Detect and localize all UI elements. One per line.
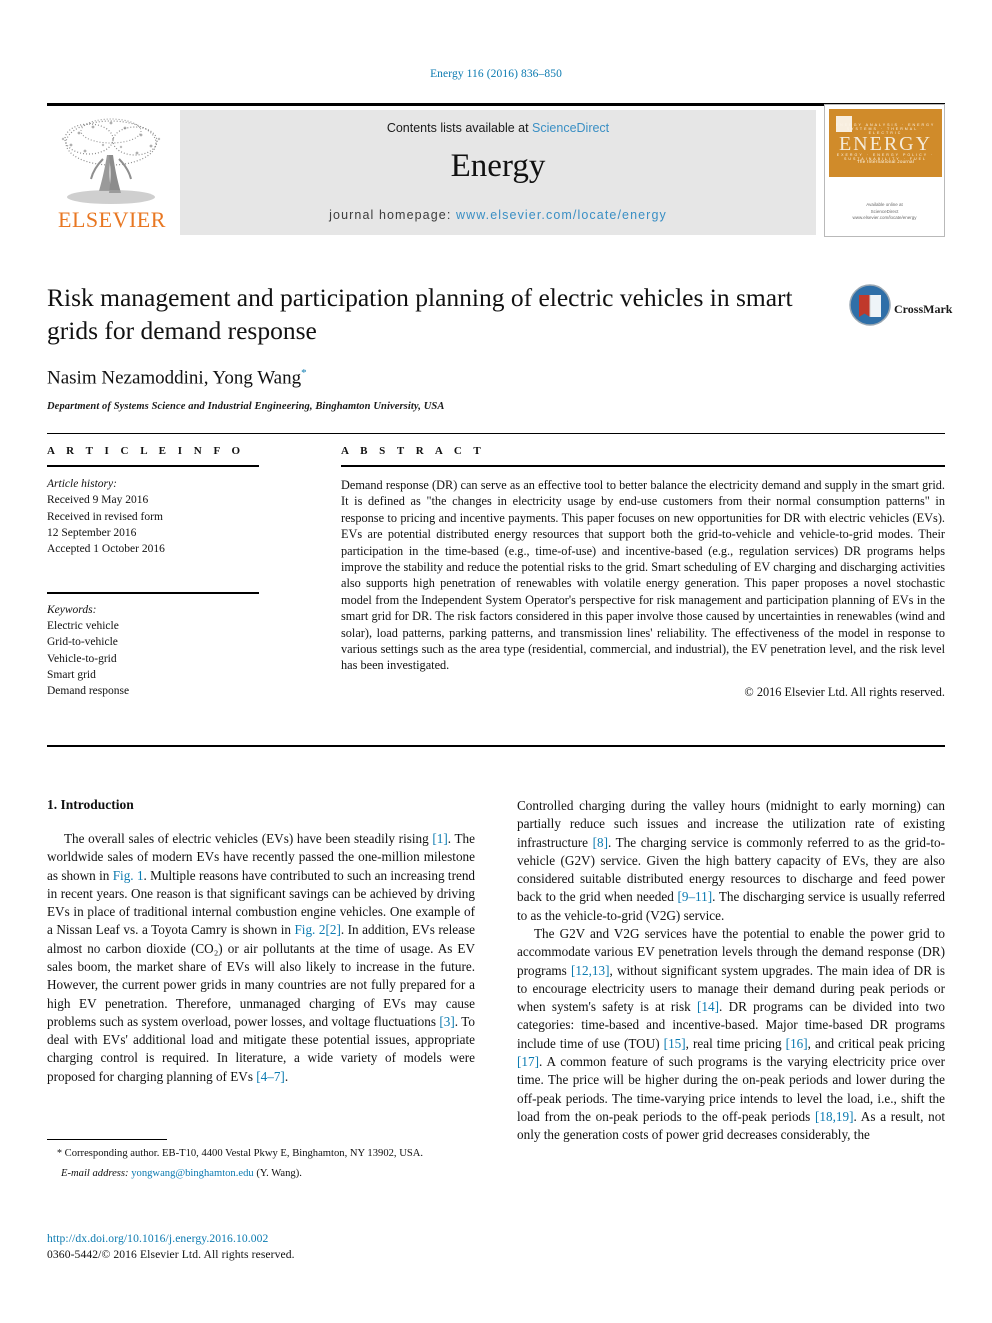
- body-column-right: Controlled charging during the valley ho…: [517, 797, 945, 1144]
- cover-footer-line3: www.elsevier.com/locate/energy: [852, 215, 917, 221]
- homepage-url-link[interactable]: www.elsevier.com/locate/energy: [456, 208, 667, 222]
- text-run: (Y. Wang).: [253, 1168, 302, 1180]
- title-block: Risk management and participation planni…: [47, 282, 952, 412]
- crossmark-icon: [849, 284, 891, 326]
- elsevier-logo: ELSEVIER: [49, 115, 175, 233]
- journal-title: Energy: [450, 148, 546, 184]
- body-column-left: 1. Introduction The overall sales of ele…: [47, 797, 475, 1086]
- figure-ref[interactable]: Fig. 2[2]: [294, 922, 340, 937]
- keyword-item: Demand response: [47, 685, 130, 698]
- citation-ref[interactable]: [12,13]: [571, 963, 609, 978]
- citation-ref[interactable]: [9–11]: [677, 889, 712, 904]
- citation-ref[interactable]: [4–7]: [256, 1069, 285, 1084]
- doi-block: http://dx.doi.org/10.1016/j.energy.2016.…: [47, 1232, 497, 1261]
- cover-header-band: ENERGY ANALYSIS · ENERGY SYSTEMS · THERM…: [829, 109, 942, 177]
- text-run: , real time pricing: [685, 1035, 786, 1051]
- text-run: .: [284, 1068, 289, 1084]
- sciencedirect-link[interactable]: ScienceDirect: [532, 121, 609, 135]
- cover-footer-line2: ScienceDirect: [870, 208, 899, 214]
- contents-line: Contents lists available at ScienceDirec…: [180, 121, 816, 135]
- keyword-item: Electric vehicle: [47, 619, 119, 632]
- history-line: Received 9 May 2016: [47, 494, 149, 507]
- keywords-label: Keywords:: [47, 603, 97, 616]
- article-info-column: A R T I C L E I N F O Article history: R…: [47, 445, 259, 700]
- cover-footer-line1: Available online at: [866, 201, 903, 207]
- corresponding-author-note: * Corresponding author. EB-T10, 4400 Ves…: [47, 1147, 475, 1161]
- footnote-block: * Corresponding author. EB-T10, 4400 Ves…: [47, 1139, 475, 1179]
- crossmark-badge[interactable]: CrossMark: [849, 282, 952, 338]
- keyword-item: Vehicle-to-grid: [47, 652, 117, 665]
- issn-copyright: 0360-5442/© 2016 Elsevier Ltd. All right…: [47, 1248, 295, 1261]
- article-history-label: Article history:: [47, 478, 117, 490]
- abstract-copyright: © 2016 Elsevier Ltd. All rights reserved…: [744, 684, 945, 699]
- keyword-item: Grid-to-vehicle: [47, 636, 118, 649]
- journal-banner: Contents lists available at ScienceDirec…: [180, 110, 816, 235]
- citation-ref[interactable]: [8]: [593, 835, 608, 850]
- doi-link[interactable]: http://dx.doi.org/10.1016/j.energy.2016.…: [47, 1232, 497, 1245]
- info-top-rule: [47, 433, 945, 434]
- article-history: Article history: Received 9 May 2016 Rec…: [47, 476, 259, 558]
- paper-page: Energy 116 (2016) 836–850 ELSEVIER Conte…: [0, 0, 992, 1323]
- footnote-rule: [47, 1139, 167, 1140]
- running-head: Energy 116 (2016) 836–850: [430, 68, 562, 80]
- abstract-heading: A B S T R A C T: [341, 445, 486, 457]
- text-run: Corresponding author. EB-T10, 4400 Vesta…: [62, 1148, 424, 1159]
- journal-cover-thumbnail: ENERGY ANALYSIS · ENERGY SYSTEMS · THERM…: [824, 104, 945, 237]
- citation-ref[interactable]: [3]: [439, 1014, 454, 1029]
- article-info-divider: [47, 465, 259, 467]
- author-names: Nasim Nezamoddini, Yong Wang: [47, 367, 302, 389]
- citation-ref[interactable]: [17]: [517, 1054, 539, 1069]
- article-info-heading: A R T I C L E I N F O: [47, 445, 245, 457]
- text-run: The overall sales of electric vehicles (…: [64, 831, 433, 846]
- history-line: 12 September 2016: [47, 526, 137, 539]
- abstract-divider: [341, 465, 945, 467]
- paragraph: Controlled charging during the valley ho…: [517, 797, 945, 925]
- citation-ref[interactable]: [14]: [697, 999, 719, 1014]
- abstract-column: A B S T R A C T Demand response (DR) can…: [341, 445, 945, 700]
- text-run: . In addition, EVs release almost no car…: [47, 922, 475, 1029]
- contents-prefix: Contents lists available at: [386, 121, 533, 135]
- figure-ref[interactable]: Fig. 1: [113, 868, 144, 883]
- history-line: Received in revised form: [47, 510, 163, 523]
- keywords-list: Keywords: Electric vehicle Grid-to-vehic…: [47, 602, 259, 700]
- page-title: Risk management and participation planni…: [47, 283, 793, 345]
- keyword-item: Smart grid: [47, 668, 96, 681]
- author-list: Nasim Nezamoddini, Yong Wang*: [47, 367, 945, 389]
- crossmark-label: CrossMark: [894, 302, 953, 316]
- corresponding-author-marker: *: [301, 367, 307, 380]
- email-label: E-mail address:: [61, 1168, 129, 1180]
- citation-ref[interactable]: [18,19]: [815, 1109, 853, 1124]
- cover-footer: Available online at ScienceDirect www.el…: [825, 202, 944, 222]
- masthead-top-rule: [47, 103, 945, 106]
- homepage-label: journal homepage:: [329, 208, 456, 222]
- section-title-introduction: 1. Introduction: [47, 797, 134, 812]
- elsevier-wordmark: ELSEVIER: [58, 207, 166, 232]
- text-run: , and critical peak pricing: [807, 1035, 946, 1051]
- email-link[interactable]: yongwang@binghamton.edu: [131, 1168, 253, 1179]
- email-note: E-mail address: yongwang@binghamton.edu …: [47, 1168, 475, 1179]
- elsevier-tree-icon: [61, 118, 161, 204]
- affiliation: Department of Systems Science and Indust…: [47, 400, 445, 412]
- citation-ref[interactable]: [1]: [432, 831, 447, 846]
- paragraph: The G2V and V2G services have the potent…: [517, 925, 945, 1144]
- keywords-divider: [47, 591, 259, 594]
- citation-ref[interactable]: [15]: [664, 1036, 686, 1051]
- body-top-rule: [47, 745, 945, 747]
- citation-ref[interactable]: [16]: [786, 1036, 808, 1051]
- abstract-text: Demand response (DR) can serve as an eff…: [341, 478, 945, 673]
- journal-masthead: ELSEVIER Contents lists available at Sci…: [47, 103, 945, 238]
- paragraph: The overall sales of electric vehicles (…: [47, 830, 475, 1086]
- history-line: Accepted 1 October 2016: [47, 543, 165, 556]
- journal-homepage-line: journal homepage: www.elsevier.com/locat…: [180, 208, 816, 222]
- cover-tagline: The International Journal: [856, 159, 915, 164]
